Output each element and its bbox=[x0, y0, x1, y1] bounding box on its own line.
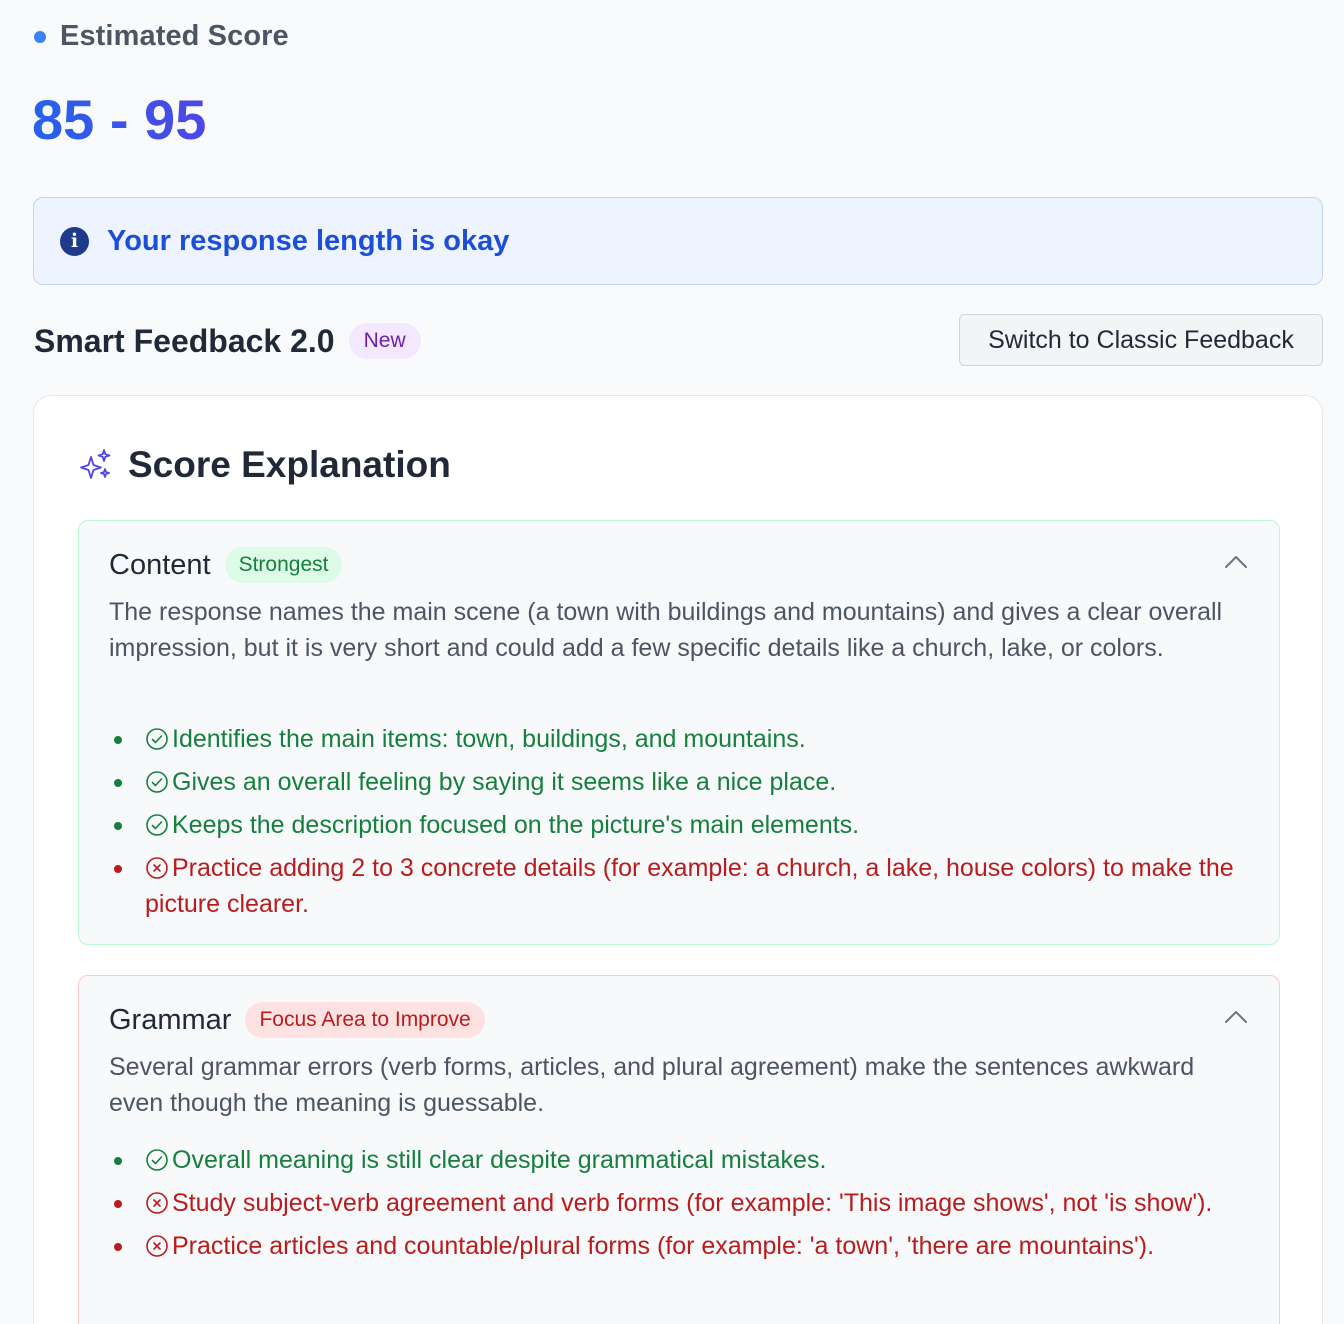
point-text: Gives an overall feeling by saying it se… bbox=[172, 768, 837, 796]
grammar-points: Overall meaning is still clear despite g… bbox=[109, 1142, 1249, 1271]
point-text: Practice articles and countable/plural f… bbox=[172, 1232, 1155, 1260]
content-description: The response names the main scene (a tow… bbox=[109, 598, 1223, 662]
point-text: Identifies the main items: town, buildin… bbox=[172, 725, 806, 753]
check-circle-icon bbox=[146, 771, 168, 793]
point-text: Keeps the description focused on the pic… bbox=[172, 811, 860, 839]
x-circle-icon bbox=[146, 1192, 168, 1214]
switch-to-classic-feedback-button[interactable]: Switch to Classic Feedback bbox=[959, 314, 1323, 366]
x-circle-icon bbox=[146, 857, 168, 879]
list-item: Keeps the description focused on the pic… bbox=[109, 807, 1249, 843]
grammar-section-title: Grammar bbox=[109, 1003, 232, 1036]
point-text: Practice adding 2 to 3 concrete details … bbox=[145, 854, 1234, 918]
new-badge: New bbox=[348, 323, 421, 359]
info-banner-text: Your response length is okay bbox=[107, 224, 510, 257]
point-text: Overall meaning is still clear despite g… bbox=[172, 1146, 827, 1174]
estimated-score-label: Estimated Score bbox=[60, 20, 289, 52]
list-item: Identifies the main items: town, buildin… bbox=[109, 721, 1249, 757]
list-item: Overall meaning is still clear despite g… bbox=[109, 1142, 1249, 1178]
content-section: Content Strongest The response names the… bbox=[78, 520, 1280, 945]
score-explanation-header: Score Explanation bbox=[78, 444, 451, 486]
score-explanation-title: Score Explanation bbox=[128, 444, 451, 485]
info-banner: i Your response length is okay bbox=[33, 197, 1323, 285]
estimated-score-header: Estimated Score bbox=[34, 20, 289, 53]
content-section-header: Content Strongest bbox=[109, 547, 343, 583]
info-icon: i bbox=[60, 226, 89, 256]
check-circle-icon bbox=[146, 728, 168, 750]
x-circle-icon bbox=[146, 1235, 168, 1257]
check-circle-icon bbox=[146, 814, 168, 836]
smart-feedback-title: Smart Feedback 2.0 bbox=[34, 322, 335, 359]
list-item: Gives an overall feeling by saying it se… bbox=[109, 764, 1249, 800]
smart-feedback-header: Smart Feedback 2.0 New Switch to Classic… bbox=[34, 314, 1323, 366]
score-explanation-card: Score Explanation Content Strongest The … bbox=[33, 395, 1323, 1324]
grammar-section-header: Grammar Focus Area to Improve bbox=[109, 1002, 485, 1038]
grammar-description: Several grammar errors (verb forms, arti… bbox=[109, 1053, 1195, 1117]
chevron-up-icon[interactable] bbox=[1223, 553, 1249, 571]
point-text: Study subject-verb agreement and verb fo… bbox=[172, 1189, 1213, 1217]
strongest-tag: Strongest bbox=[224, 547, 343, 583]
check-circle-icon bbox=[146, 1149, 168, 1171]
content-section-title: Content bbox=[109, 548, 211, 581]
content-points: Identifies the main items: town, buildin… bbox=[109, 721, 1249, 929]
status-dot bbox=[34, 30, 46, 43]
chevron-up-icon[interactable] bbox=[1223, 1008, 1249, 1026]
list-item: Practice adding 2 to 3 concrete details … bbox=[109, 850, 1249, 922]
feedback-page: Estimated Score 85 - 95 i Your response … bbox=[0, 0, 1344, 1324]
grammar-section: Grammar Focus Area to Improve Several gr… bbox=[78, 975, 1280, 1324]
list-item: Practice articles and countable/plural f… bbox=[109, 1228, 1249, 1264]
focus-area-tag: Focus Area to Improve bbox=[245, 1002, 485, 1038]
list-item: Study subject-verb agreement and verb fo… bbox=[109, 1185, 1249, 1221]
sparkles-icon bbox=[80, 449, 111, 479]
score-range: 85 - 95 bbox=[32, 88, 207, 151]
